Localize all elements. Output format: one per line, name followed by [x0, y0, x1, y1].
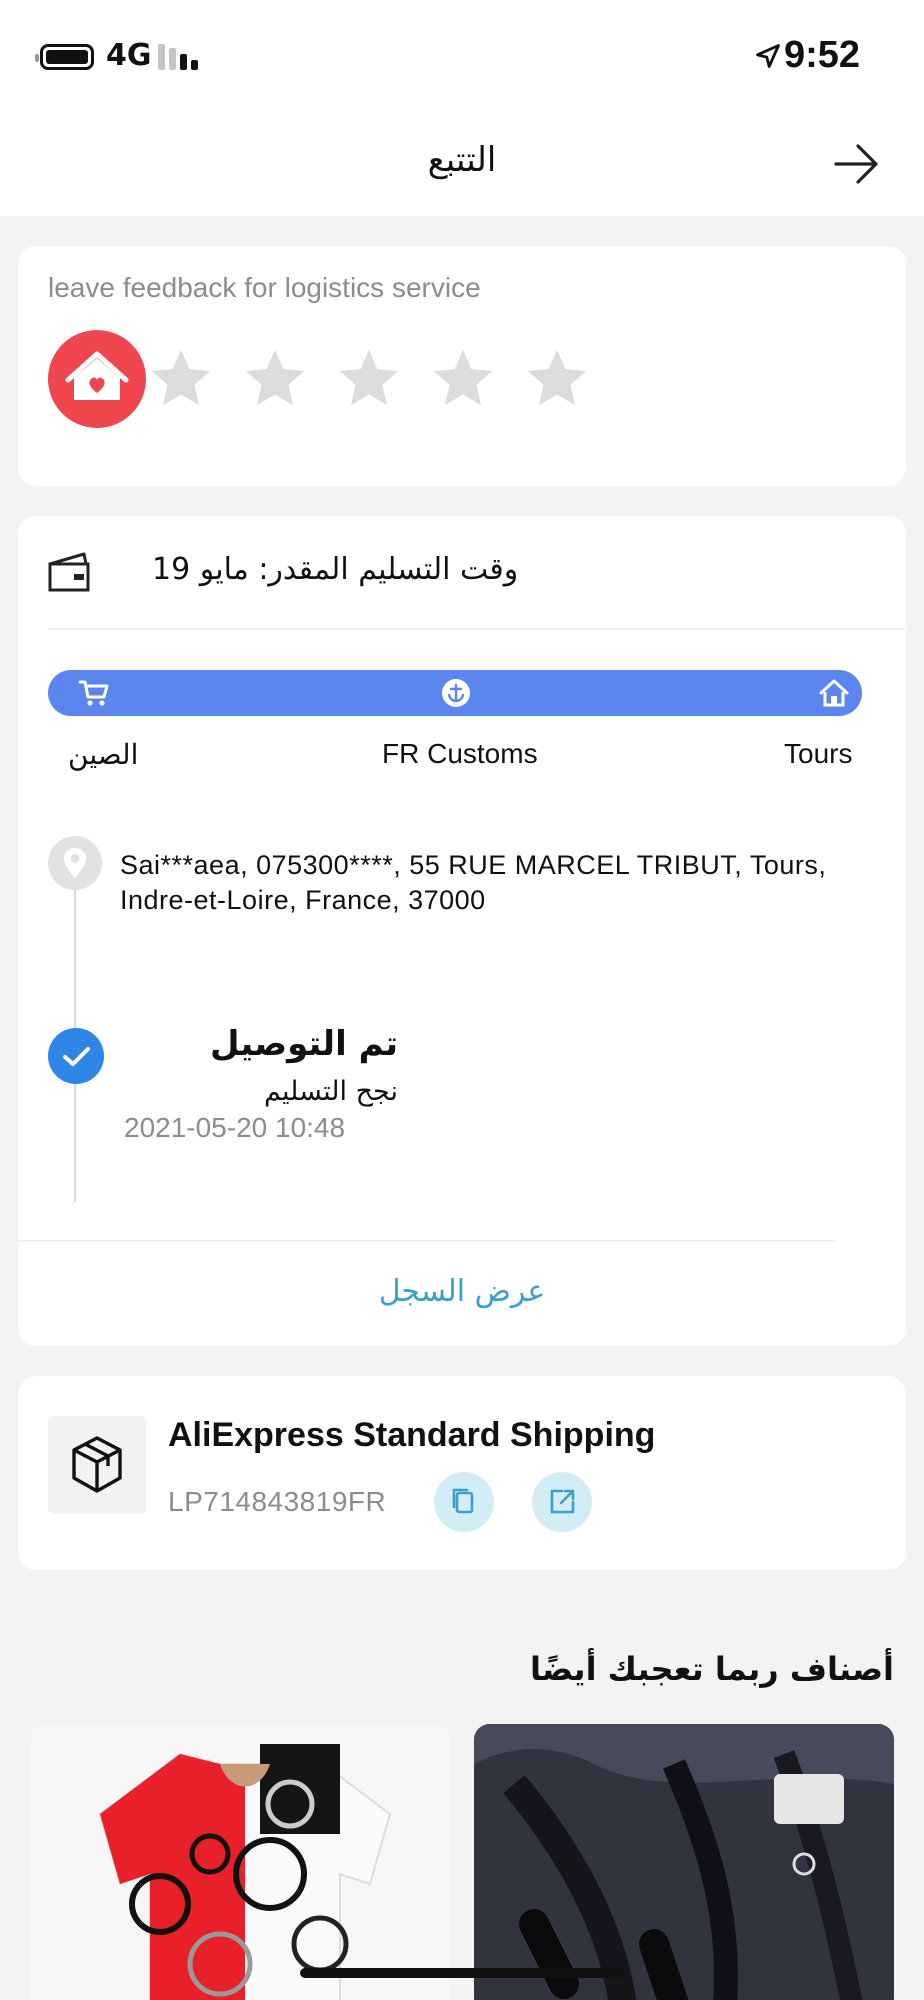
event-time: 2021-05-20 10:48	[124, 1112, 346, 1143]
view-history-link[interactable]: عرض السجل	[18, 1274, 906, 1309]
patterned-tshirt-image	[30, 1724, 450, 2000]
feedback-card: leave feedback for logistics service	[18, 246, 906, 486]
anchor-icon	[442, 679, 470, 707]
open-tracking-button[interactable]	[532, 1472, 592, 1532]
status-bar: 4G 9:52	[0, 0, 924, 110]
delivery-truck-icon	[48, 552, 90, 592]
page-title: التتبع	[427, 140, 497, 180]
rating-star-1[interactable]	[146, 344, 216, 414]
product-card-harness[interactable]	[474, 1724, 894, 2000]
network-type: 4G	[106, 38, 152, 73]
stage-label-destination: Tours	[784, 738, 853, 769]
delivered-check-icon	[48, 1028, 104, 1084]
stage-label-customs: FR Customs	[382, 738, 538, 769]
timeline-line-lower	[74, 1084, 76, 1202]
copy-icon	[452, 1488, 474, 1514]
delivery-card: وقت التسليم المقدر: مايو 19 الصين FR Cus…	[18, 516, 906, 1346]
event-subtitle: نجح التسليم	[264, 1076, 398, 1107]
stage-label-origin: الصين	[68, 739, 139, 770]
delivery-address: Sai***aea, 075300****, 55 RUE MARCEL TRI…	[120, 850, 827, 915]
shipping-method: AliExpress Standard Shipping	[168, 1416, 656, 1454]
cellular-signal-icon	[158, 44, 204, 70]
feedback-title: leave feedback for logistics service	[48, 272, 481, 303]
divider	[48, 628, 906, 630]
estimated-delivery: وقت التسليم المقدر: مايو 19	[152, 552, 519, 587]
delivery-progress-bar	[48, 670, 862, 716]
event-title: تم التوصيل	[210, 1024, 398, 1064]
house-heart-icon	[48, 330, 146, 428]
rating-star-4[interactable]	[428, 344, 498, 414]
recommendations-title: أصناف ربما تعجبك أيضًا	[530, 1650, 894, 1688]
tracking-number: LP714843819FR	[168, 1486, 387, 1517]
product-card-tshirt[interactable]	[30, 1724, 450, 2000]
package-box-icon	[48, 1416, 146, 1514]
house-icon	[819, 679, 849, 707]
battery-full-icon	[35, 44, 94, 70]
divider	[18, 1240, 836, 1242]
cart-icon	[78, 680, 109, 706]
location-arrow-icon	[756, 44, 780, 68]
page-header: التتبع	[0, 110, 924, 216]
location-pin-icon	[48, 836, 102, 890]
copy-button[interactable]	[434, 1472, 494, 1532]
rating-star-3[interactable]	[334, 344, 404, 414]
black-harness-image	[474, 1724, 894, 2000]
timeline-line	[74, 890, 76, 1028]
arrow-right-icon[interactable]	[830, 138, 882, 190]
rating-star-5[interactable]	[522, 344, 592, 414]
home-indicator[interactable]	[300, 1968, 624, 1978]
clock: 9:52	[784, 34, 861, 76]
shipping-card: AliExpress Standard Shipping LP714843819…	[18, 1376, 906, 1570]
rating-star-2[interactable]	[240, 344, 310, 414]
external-link-icon	[550, 1489, 575, 1514]
